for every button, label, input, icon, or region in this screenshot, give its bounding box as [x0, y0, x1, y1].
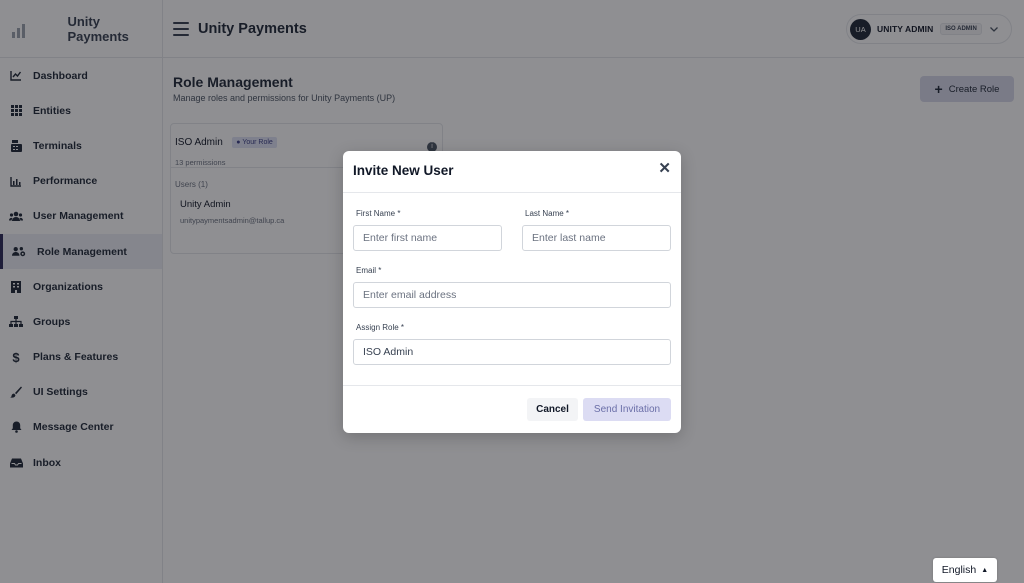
language-label: English — [941, 564, 977, 576]
first-name-field[interactable] — [353, 225, 502, 251]
assign-role-label: Assign Role * — [356, 323, 405, 332]
language-selector[interactable]: English ▲ — [933, 558, 997, 582]
assign-role-value: ISO Admin — [363, 346, 414, 358]
email-label: Email * — [356, 266, 382, 275]
first-name-label: First Name * — [356, 209, 401, 218]
modal-title: Invite New User — [353, 163, 454, 178]
modal-header: Invite New User ✕ — [343, 151, 681, 193]
assign-role-select[interactable]: ISO Admin — [353, 339, 671, 365]
caret-up-icon: ▲ — [981, 566, 989, 574]
modal-footer: Cancel Send Invitation — [343, 386, 681, 432]
last-name-label: Last Name * — [525, 209, 570, 218]
last-name-field[interactable] — [522, 225, 671, 251]
close-button[interactable]: ✕ — [658, 161, 671, 176]
send-invitation-button[interactable]: Send Invitation — [583, 398, 671, 421]
cancel-button[interactable]: Cancel — [527, 398, 578, 421]
email-field[interactable] — [353, 282, 671, 308]
close-icon: ✕ — [658, 160, 671, 177]
modal-body: First Name * Last Name * Email * Assign … — [343, 193, 681, 386]
invite-user-modal: Invite New User ✕ First Name * Last Name… — [343, 151, 681, 433]
